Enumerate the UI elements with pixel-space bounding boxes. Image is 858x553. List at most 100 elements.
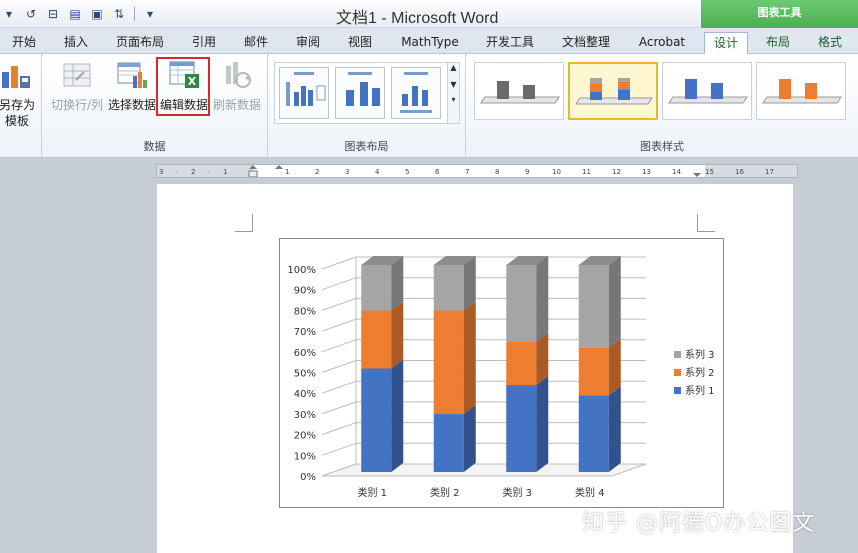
print-icon[interactable]: ⊟ bbox=[44, 5, 62, 23]
type-group: 另存为 模板 bbox=[0, 54, 42, 158]
chart-template-icon bbox=[2, 66, 30, 88]
refresh-data-button[interactable]: 刷新数据 bbox=[210, 58, 264, 124]
tab-review[interactable]: 审阅 bbox=[288, 32, 328, 54]
chart-styles-group-label: 图表样式 bbox=[640, 140, 684, 153]
chart-layout-group-label: 图表布局 bbox=[344, 140, 389, 153]
select-data-label: 选择数据 bbox=[107, 98, 156, 112]
style-thumb-4[interactable] bbox=[756, 62, 846, 120]
bar-front bbox=[433, 414, 464, 472]
ribbon: 另存为 模板 切换行/列 选择数据 X 编辑数据 刷新数据 数据 ▲ ▼ ▾ 图… bbox=[0, 54, 858, 158]
y-tick-label: 10% bbox=[294, 451, 316, 462]
refresh-data-icon bbox=[226, 62, 251, 88]
x-tick-label: 类别 4 bbox=[575, 486, 605, 499]
tab-developer[interactable]: 开发工具 bbox=[480, 32, 540, 54]
bar-front bbox=[578, 395, 609, 472]
layout-thumb-2[interactable] bbox=[335, 67, 385, 119]
bar-front bbox=[361, 265, 392, 311]
x-tick-label: 类别 3 bbox=[502, 486, 532, 499]
legend-swatch bbox=[674, 369, 681, 376]
switch-row-col-button[interactable]: 切换行/列 bbox=[46, 58, 108, 124]
edit-data-highlight bbox=[156, 57, 210, 116]
style-gallery bbox=[472, 62, 858, 124]
side-gridline bbox=[321, 401, 357, 415]
bar-front bbox=[361, 368, 392, 472]
svg-text:7: 7 bbox=[465, 168, 469, 176]
chart-object[interactable]: 0% 10% 20% 30% 40% 50% 60% 70% 80% 90% 100% 类别 1 类别 … bbox=[279, 238, 724, 508]
select-data-button[interactable]: 选择数据 bbox=[106, 58, 158, 124]
legend-swatch bbox=[674, 387, 681, 394]
chart-tools-header: 图表工具 bbox=[701, 0, 858, 28]
bar-front bbox=[506, 265, 537, 342]
tab-acrobat[interactable]: Acrobat bbox=[632, 32, 692, 54]
switch-row-col-icon bbox=[63, 63, 91, 87]
tab-page-layout[interactable]: 页面布局 bbox=[110, 32, 170, 54]
sort-icon[interactable]: ⇅ bbox=[110, 5, 128, 23]
tab-design[interactable]: 设计 bbox=[704, 32, 748, 55]
layout-thumb-3[interactable] bbox=[391, 67, 441, 119]
svg-text:13: 13 bbox=[642, 168, 651, 176]
tab-home[interactable]: 开始 bbox=[4, 32, 44, 54]
bar-front bbox=[433, 310, 464, 415]
svg-text:10: 10 bbox=[552, 168, 561, 176]
bar-front bbox=[506, 341, 537, 386]
layout-1-icon bbox=[286, 72, 326, 106]
save-as-template-button[interactable]: 另存为 模板 bbox=[0, 58, 42, 128]
y-tick-label: 0% bbox=[300, 472, 316, 483]
svg-text:·: · bbox=[207, 168, 209, 176]
bar-side bbox=[391, 359, 404, 472]
bar-side bbox=[463, 405, 476, 472]
tab-view[interactable]: 视图 bbox=[340, 32, 380, 54]
svg-text:9: 9 bbox=[525, 168, 529, 176]
save-icon[interactable]: ▣ bbox=[88, 5, 106, 23]
data-group: 切换行/列 选择数据 X 编辑数据 刷新数据 数据 bbox=[42, 54, 268, 158]
bar-side bbox=[391, 301, 404, 369]
svg-text:6: 6 bbox=[435, 168, 440, 176]
redo-icon[interactable]: ↺ bbox=[22, 5, 40, 23]
svg-text:2: 2 bbox=[191, 168, 195, 176]
svg-text:1: 1 bbox=[285, 168, 289, 176]
bar-side bbox=[608, 338, 621, 396]
tab-mathtype[interactable]: MathType bbox=[394, 32, 466, 54]
tab-insert[interactable]: 插入 bbox=[56, 32, 96, 54]
save-template-label-2: 模板 bbox=[4, 114, 29, 128]
svg-text:11: 11 bbox=[582, 168, 591, 176]
quick-access-toolbar: ▾ ↺ ⊟ ▤ ▣ ⇅ ▾ bbox=[0, 4, 159, 24]
horizontal-ruler[interactable]: 3 · 2 · 1 12345 6 7 8 9 10 11 12 13 14 15 16 17 bbox=[156, 164, 798, 178]
bar-front bbox=[361, 310, 392, 369]
tab-references[interactable]: 引用 bbox=[184, 32, 224, 54]
side-gridline bbox=[321, 442, 357, 456]
bar-side bbox=[536, 332, 549, 386]
style-thumb-2[interactable] bbox=[568, 62, 658, 120]
side-gridline bbox=[321, 339, 357, 353]
y-tick-label: 90% bbox=[294, 286, 316, 297]
legend-swatch bbox=[674, 351, 681, 358]
tab-mailings[interactable]: 邮件 bbox=[236, 32, 276, 54]
svg-text:16: 16 bbox=[735, 168, 744, 176]
save-template-label-1: 另存为 bbox=[0, 98, 35, 112]
style-4-icon bbox=[762, 79, 842, 104]
side-gridline bbox=[321, 277, 357, 291]
y-tick-label: 70% bbox=[294, 327, 316, 338]
layout-gallery-scroll[interactable]: ▲ ▼ ▾ bbox=[447, 63, 459, 123]
table-icon[interactable]: ▤ bbox=[66, 5, 84, 23]
bar-front bbox=[578, 265, 609, 348]
dropdown-icon[interactable]: ▾ bbox=[0, 5, 18, 23]
scroll-down-icon[interactable]: ▼ bbox=[448, 80, 459, 89]
qat-separator bbox=[134, 7, 135, 21]
select-data-icon bbox=[117, 62, 147, 88]
scroll-up-icon[interactable]: ▲ bbox=[448, 63, 459, 72]
layout-thumb-1[interactable] bbox=[279, 67, 329, 119]
window-title: 文档1 - Microsoft Word bbox=[336, 10, 499, 27]
style-thumb-1[interactable] bbox=[474, 62, 564, 120]
bar-side bbox=[536, 256, 549, 342]
customize-qat-icon[interactable]: ▾ bbox=[141, 5, 159, 23]
tab-format[interactable]: 格式 bbox=[810, 32, 850, 54]
gallery-more-icon[interactable]: ▾ bbox=[448, 95, 459, 104]
svg-text:3: 3 bbox=[345, 168, 349, 176]
tab-doc-organize[interactable]: 文档整理 bbox=[556, 32, 616, 54]
bar-side bbox=[608, 386, 621, 472]
svg-text:2: 2 bbox=[315, 168, 319, 176]
tab-chart-layout[interactable]: 布局 bbox=[758, 32, 798, 54]
style-thumb-3[interactable] bbox=[662, 62, 752, 120]
bar-side bbox=[608, 256, 621, 348]
